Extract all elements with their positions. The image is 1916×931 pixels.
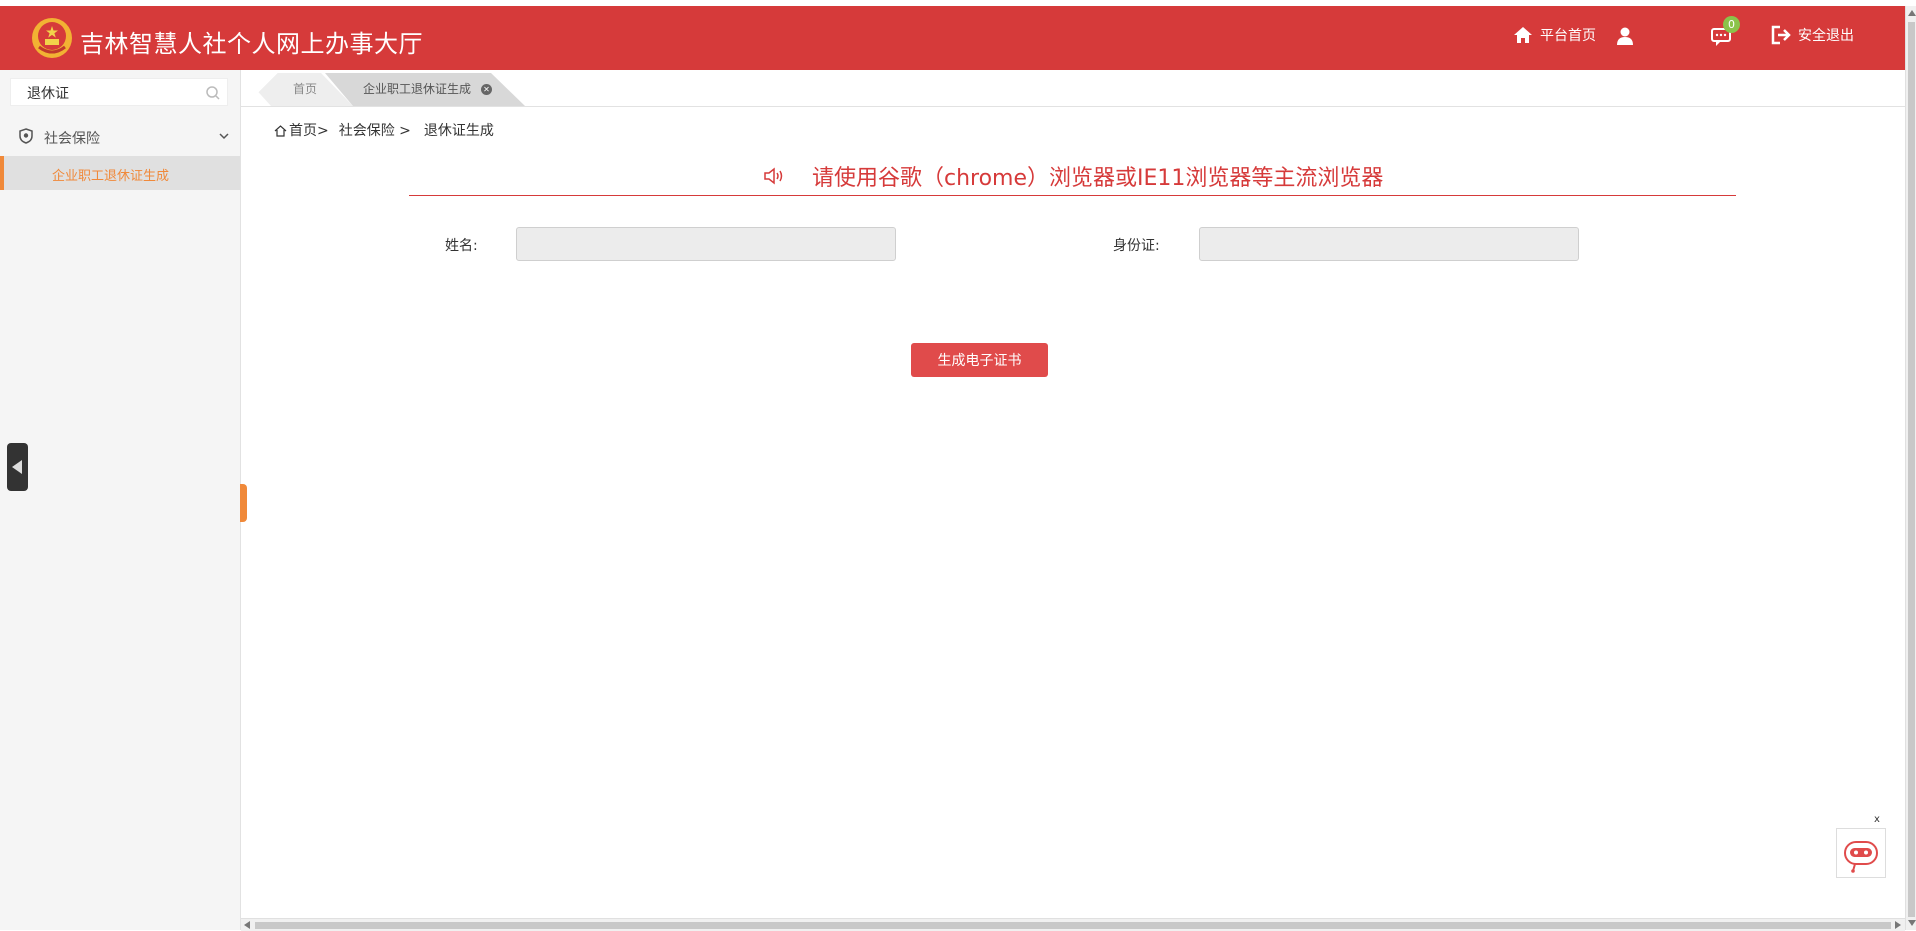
vertical-scroll-thumb[interactable] <box>1908 22 1915 917</box>
shield-icon <box>19 128 33 144</box>
header-bar: 吉林智慧人社个人网上办事大厅 平台首页 0 安全退出 <box>0 6 1905 70</box>
sidebar-toggle-tab[interactable] <box>240 484 247 522</box>
breadcrumb-level1[interactable]: 社会保险 > <box>339 120 411 140</box>
user-icon[interactable] <box>1614 25 1636 47</box>
horizontal-scrollbar[interactable] <box>241 918 1905 931</box>
logout-icon <box>1771 25 1791 45</box>
sidebar-item-label: 企业职工退休证生成 <box>52 169 170 184</box>
sidebar-group-label: 社会保险 <box>44 131 100 147</box>
tab-bar: 首页 企业职工退休证生成 ✕ <box>241 70 1905 107</box>
chatbot-widget[interactable] <box>1836 828 1886 878</box>
message-count-badge: 0 <box>1723 16 1740 33</box>
logout-label: 安全退出 <box>1798 28 1854 44</box>
logout-link[interactable]: 安全退出 <box>1770 24 1854 46</box>
robot-icon <box>1844 841 1878 873</box>
notice-text: 请使用谷歌（chrome）浏览器或IE11浏览器等主流浏览器 <box>812 166 1384 191</box>
scroll-down-icon[interactable] <box>1908 920 1916 926</box>
notice-divider <box>409 195 1736 196</box>
id-card-label: 身份证: <box>1113 238 1160 254</box>
platform-home-link[interactable]: 平台首页 <box>1512 24 1596 46</box>
name-label: 姓名: <box>445 238 478 254</box>
breadcrumb: 首页> 社会保险 > 退休证生成 <box>274 120 494 140</box>
speaker-icon <box>764 167 783 185</box>
tab-home-label: 首页 <box>293 82 318 96</box>
triangle-left-icon <box>12 460 22 474</box>
chatbot-close-button[interactable]: x <box>1874 814 1880 825</box>
browser-notice: 请使用谷歌（chrome）浏览器或IE11浏览器等主流浏览器 <box>762 160 1383 192</box>
name-field[interactable] <box>516 227 896 261</box>
generate-certificate-button[interactable]: 生成电子证书 <box>911 343 1048 377</box>
id-card-field[interactable] <box>1199 227 1579 261</box>
national-emblem-icon <box>32 18 72 58</box>
sidebar: 社会保险 企业职工退休证生成 <box>0 70 241 930</box>
sidebar-search <box>10 78 228 106</box>
search-icon[interactable] <box>205 85 221 101</box>
platform-home-label: 平台首页 <box>1540 28 1596 44</box>
scroll-left-icon[interactable] <box>244 921 250 929</box>
sidebar-group-social-insurance[interactable]: 社会保险 <box>0 118 240 154</box>
scroll-right-icon[interactable] <box>1895 921 1901 929</box>
app-title: 吉林智慧人社个人网上办事大厅 <box>80 30 423 58</box>
home-outline-icon <box>274 124 287 137</box>
home-icon <box>1514 27 1532 43</box>
scroll-up-icon[interactable] <box>1908 10 1916 16</box>
collapse-sidebar-button[interactable] <box>7 443 28 491</box>
breadcrumb-home[interactable]: 首页> <box>289 120 329 140</box>
horizontal-scroll-thumb[interactable] <box>255 922 1891 929</box>
vertical-scrollbar[interactable] <box>1905 6 1916 930</box>
tab-active-label: 企业职工退休证生成 <box>363 82 472 96</box>
sidebar-item-retirement-cert[interactable]: 企业职工退休证生成 <box>0 156 240 190</box>
close-icon[interactable]: ✕ <box>481 84 492 95</box>
tab-retirement-cert[interactable]: 企业职工退休证生成 ✕ <box>325 73 525 106</box>
chevron-down-icon <box>219 133 229 140</box>
search-input[interactable] <box>25 84 199 102</box>
breadcrumb-current: 退休证生成 <box>423 123 494 139</box>
